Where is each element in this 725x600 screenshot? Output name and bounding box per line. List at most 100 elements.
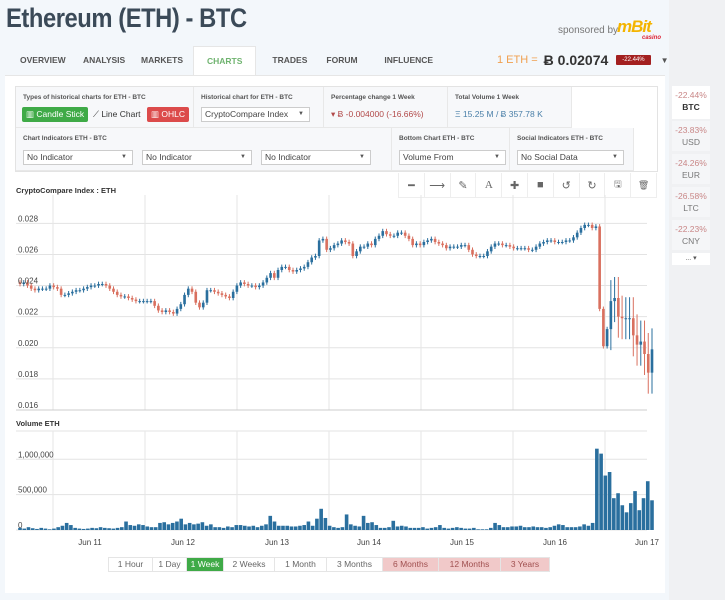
candle-body <box>134 299 138 302</box>
currency-sidebar: -22.44% BTC -23.83% USD -24.26% EUR -26.… <box>672 86 710 265</box>
currency-btc[interactable]: -22.44% BTC <box>672 86 710 119</box>
volume-bar <box>285 525 290 530</box>
more-currencies-button[interactable]: ... ▾ <box>672 253 710 265</box>
candle-body <box>575 232 579 238</box>
tab-influence[interactable]: INFLUENCE <box>368 46 438 75</box>
volume-bar <box>527 527 531 530</box>
candle-body <box>583 224 586 228</box>
candle-body <box>336 243 340 246</box>
volume-bar <box>370 522 374 530</box>
volume-bar <box>556 524 561 530</box>
indicator-select-1[interactable]: No Indicator ▼ <box>23 150 133 165</box>
candle-stick-label: Candle Stick <box>36 109 85 119</box>
candle-body <box>93 285 97 287</box>
candle-body <box>617 298 620 317</box>
indicator-select-2[interactable]: No Indicator ▼ <box>142 150 252 165</box>
volume-bar <box>518 525 523 530</box>
nav-tabs: OVERVIEW ANALYSIS MARKETS CHARTS TRADES … <box>8 46 438 75</box>
volume-bar <box>259 525 264 530</box>
range-3-years[interactable]: 3 Years <box>501 558 549 571</box>
bottom-chart-select[interactable]: Volume From ▼ <box>399 150 506 165</box>
candle-body <box>650 349 654 373</box>
volume-bar <box>399 525 404 530</box>
volume-bar <box>234 525 239 530</box>
candle-body <box>153 301 156 306</box>
historical-chart-select[interactable]: CryptoCompare Index ▼ <box>201 107 310 122</box>
candle-body <box>400 232 403 234</box>
price-y-tick-label: 0.016 <box>18 401 39 410</box>
candle-body <box>89 285 93 288</box>
candle-body <box>194 291 198 303</box>
candle-body <box>437 242 441 244</box>
volume-bar <box>213 527 217 530</box>
social-indicators-select[interactable]: No Social Data ▼ <box>517 150 624 165</box>
chevron-down-icon: ▼ <box>359 154 365 160</box>
currency-ltc[interactable]: -26.58% LTC <box>672 187 710 217</box>
volume-bar <box>136 524 141 530</box>
candle-body <box>489 246 493 252</box>
line-chart-button[interactable]: ⟋ Line Chart <box>89 107 145 122</box>
candle-body <box>373 238 377 246</box>
currency-eur[interactable]: -24.26% EUR <box>672 154 710 184</box>
candle-body <box>74 290 78 292</box>
range-1-hour[interactable]: 1 Hour <box>109 558 153 571</box>
indicator-select-3[interactable]: No Indicator ▼ <box>261 150 371 165</box>
candle-body <box>295 270 299 272</box>
candle-body <box>239 282 242 286</box>
range-1-week[interactable]: 1 Week <box>187 558 224 571</box>
candle-body <box>52 285 55 288</box>
volume-bar <box>141 525 145 530</box>
volume-bar <box>77 528 82 530</box>
volume-bar <box>217 527 222 530</box>
volume-bar <box>446 528 451 530</box>
volume-bar <box>132 525 137 530</box>
volume-y-tick-label: 1,000,000 <box>18 450 54 459</box>
candle-stick-button[interactable]: ▥ Candle Stick <box>22 107 89 122</box>
range-3-months[interactable]: 3 Months <box>327 558 383 571</box>
range-1-month[interactable]: 1 Month <box>275 558 327 571</box>
candle-body <box>344 240 347 242</box>
currency-dropdown-caret-icon[interactable]: ▼ <box>661 56 669 65</box>
currency-usd[interactable]: -23.83% USD <box>672 121 710 151</box>
volume-bar <box>336 527 340 530</box>
volume-bar <box>238 525 243 530</box>
candle-body <box>82 288 85 291</box>
price-display: 1 ETH = Ƀ 0.02074 -22.44% ▼ <box>497 51 669 69</box>
bottom-chart-value: Volume From <box>403 152 454 162</box>
tab-overview[interactable]: OVERVIEW <box>8 46 70 75</box>
volume-y-axis: 0 500,000 1,000,000 <box>18 450 54 530</box>
volume-bar <box>412 527 417 530</box>
range-2-weeks[interactable]: 2 Weeks <box>224 558 275 571</box>
pct-change-caption: Percentage change 1 Week <box>331 94 415 101</box>
tab-charts[interactable]: CHARTS <box>193 46 257 75</box>
candle-body <box>119 294 123 297</box>
volume-bar <box>98 527 103 530</box>
range-1-day[interactable]: 1 Day <box>153 558 187 571</box>
candle-body <box>59 288 63 295</box>
tab-forum[interactable]: FORUM <box>316 46 368 75</box>
volume-bar <box>119 527 124 530</box>
range-6-months[interactable]: 6 Months <box>383 558 439 571</box>
currency-cny[interactable]: -22.23% CNY <box>672 220 710 250</box>
tab-markets[interactable]: MARKETS <box>129 46 193 75</box>
chart-canvas[interactable]: 0.016 0.018 0.020 0.022 0.024 0.026 0.028 0 500… <box>0 195 665 555</box>
candle-body <box>362 246 366 248</box>
volume-bar <box>586 525 591 530</box>
tab-trades[interactable]: TRADES <box>256 46 316 75</box>
candle-body <box>265 277 269 283</box>
volume-bar <box>599 453 603 530</box>
candle-body <box>160 310 164 312</box>
candle-body <box>145 301 149 303</box>
volume-bar <box>578 526 582 530</box>
volume-bar <box>158 522 162 530</box>
volume-bar <box>255 527 260 530</box>
chevron-down-icon: ▼ <box>494 154 500 160</box>
candle-body <box>441 243 444 246</box>
range-12-months[interactable]: 12 Months <box>439 558 501 571</box>
candle-body <box>179 304 183 309</box>
ohlc-button[interactable]: ▥ OHLC <box>147 107 190 122</box>
candle-body <box>426 240 429 242</box>
sponsor-logo[interactable]: mBit casino <box>617 17 663 41</box>
tab-analysis[interactable]: ANALYSIS <box>70 46 129 75</box>
candle-body <box>351 243 355 256</box>
